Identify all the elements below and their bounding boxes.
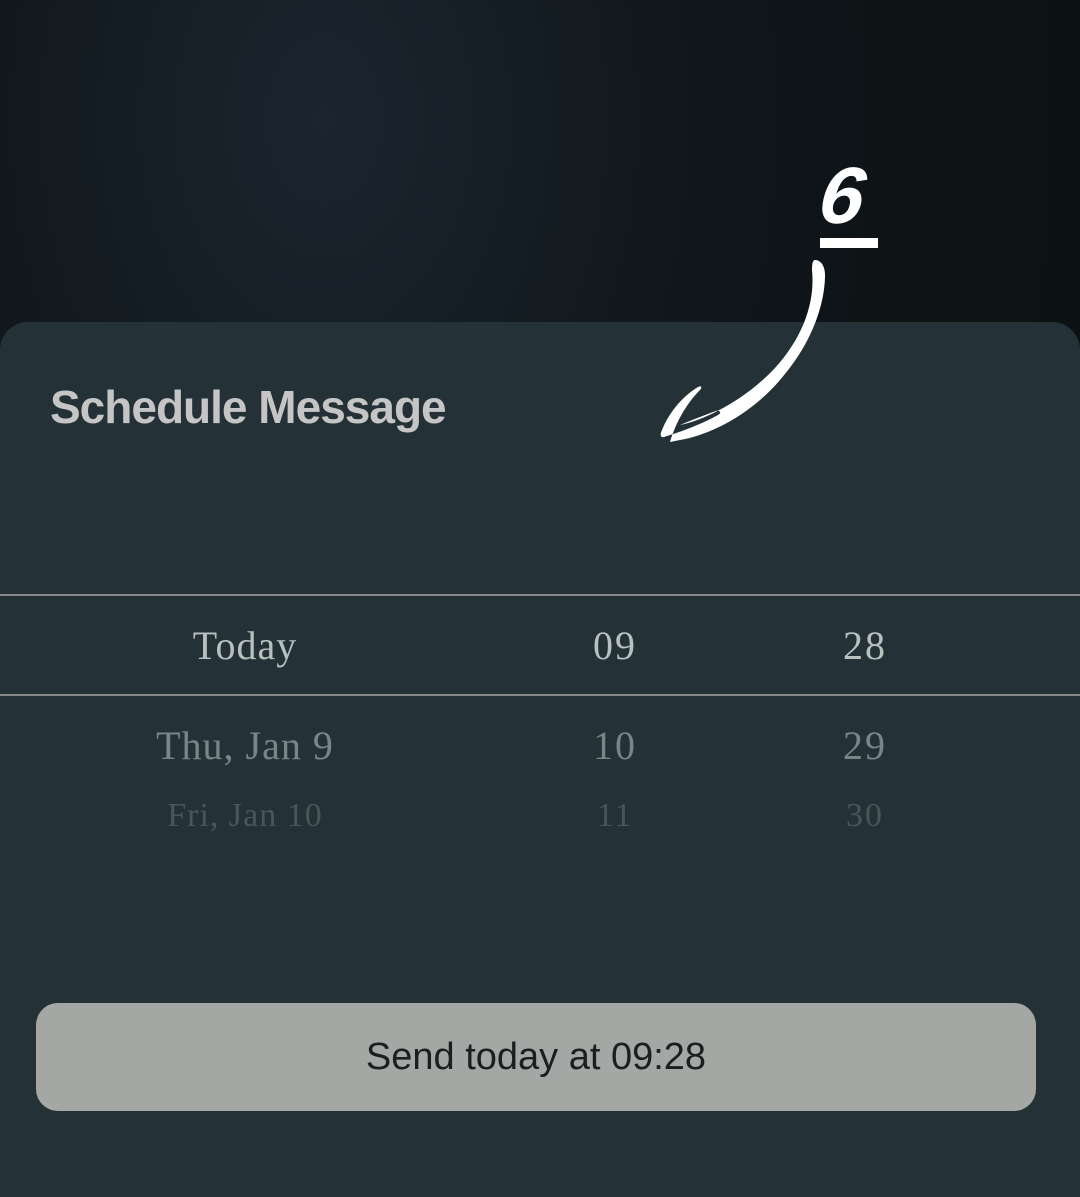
picker-minute-selected[interactable]: 28	[740, 622, 990, 669]
picker-hour-faded[interactable]: 11	[490, 797, 740, 835]
picker-minute-next[interactable]: 29	[740, 722, 990, 769]
annotation-step-number: 6	[814, 150, 871, 242]
picker-row-next[interactable]: Thu, Jan 9 10 29	[0, 696, 1080, 794]
annotation-underline	[820, 238, 878, 248]
picker-row-faded[interactable]: Fri, Jan 10 11 30	[0, 794, 1080, 854]
picker-row-selected[interactable]: Today 09 28	[0, 594, 1080, 696]
picker-hour-next[interactable]: 10	[490, 722, 740, 769]
send-button[interactable]: Send today at 09:28	[36, 1003, 1036, 1111]
picker-hour-selected[interactable]: 09	[490, 622, 740, 669]
picker-minute-faded[interactable]: 30	[740, 797, 990, 835]
sheet-title: Schedule Message	[0, 322, 1080, 434]
datetime-picker[interactable]: Today 09 28 Thu, Jan 9 10 29 Fri, Jan 10…	[0, 594, 1080, 934]
picker-date-faded[interactable]: Fri, Jan 10	[0, 797, 490, 835]
picker-date-selected[interactable]: Today	[0, 622, 490, 669]
schedule-message-sheet: Schedule Message Today 09 28 Thu, Jan 9 …	[0, 322, 1080, 1197]
picker-date-next[interactable]: Thu, Jan 9	[0, 722, 490, 769]
